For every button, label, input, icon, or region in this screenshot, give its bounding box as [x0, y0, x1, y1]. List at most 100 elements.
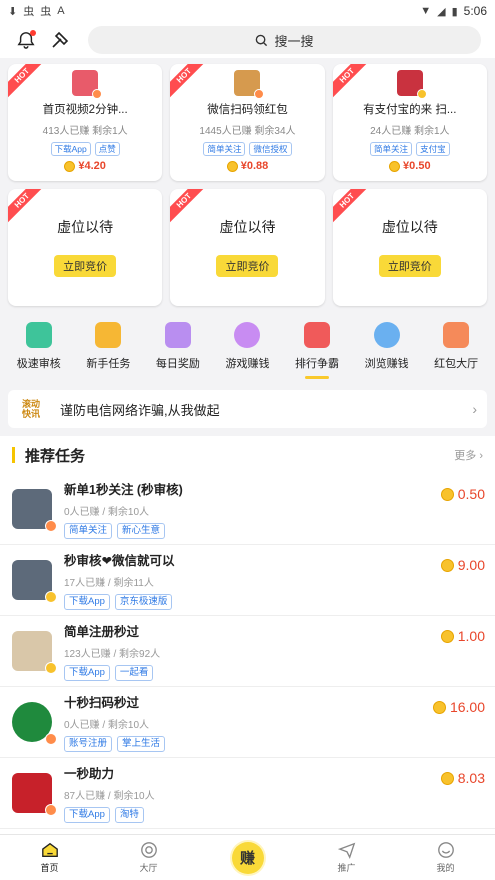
menu-item-ranking[interactable]: 排行争霸 [288, 322, 346, 379]
tag: 下载App [50, 142, 91, 156]
active-underline [305, 376, 330, 379]
tag: 一起看 [114, 665, 154, 681]
hot-ribbon: HOT [8, 189, 48, 229]
tag: 淘特 [114, 807, 144, 823]
featured-card[interactable]: HOT 微信扫码领红包 1445人已赚 剩余34人 简单关注 微信授权 ¥0.88 [170, 64, 325, 181]
bid-button[interactable]: 立即竞价 [378, 255, 441, 277]
bell-icon[interactable] [14, 28, 38, 52]
bid-button[interactable]: 立即竞价 [216, 255, 279, 277]
task-avatar [72, 70, 103, 99]
red-packet-icon [443, 322, 470, 348]
search-placeholder: 搜一搜 [274, 33, 314, 49]
task-meta: 0人已赚 / 剩余10人 [64, 507, 150, 518]
earn-button: 赚 [231, 841, 264, 874]
news-logo: 滚动 快讯 [21, 399, 40, 419]
task-price: 8.03 [457, 770, 485, 786]
tag: 下载App [64, 807, 110, 823]
section-accent [12, 447, 15, 463]
nav-promote[interactable]: 推广 [317, 841, 377, 874]
task-row[interactable]: 一秒助力 87人已赚 / 剩余10人 下载App 淘特 8.03 [0, 758, 495, 829]
task-title: 十秒扫码秒过 [64, 696, 140, 710]
menu-item-newbie-task[interactable]: 新手任务 [79, 322, 137, 371]
task-row[interactable]: 秒审核❤微信就可以 17人已赚 / 剩余11人 下载App 京东极速版 9.00 [0, 545, 495, 616]
menu-item-fast-review[interactable]: 极速审核 [10, 322, 68, 371]
placeholder-card: HOT 虚位以待 立即竞价 [170, 189, 325, 306]
featured-card[interactable]: HOT 有支付宝的来 扫... 24人已赚 剩余1人 简单关注 支付宝 ¥0.50 [332, 64, 487, 181]
nav-hall[interactable]: 大厅 [119, 841, 179, 874]
download-icon: ⬇ [8, 5, 18, 18]
task-row[interactable]: 新单1秒关注 (秒审核) 0人已赚 / 剩余10人 简单关注 新心生意 0.50 [0, 474, 495, 545]
top-bar: 搜一搜 [0, 22, 495, 58]
card-stats: 24人已赚 剩余1人 [370, 126, 450, 137]
menu-item-red-packet[interactable]: 红包大厅 [427, 322, 485, 371]
hot-ribbon: HOT [170, 189, 210, 229]
tag: 账号注册 [64, 736, 113, 752]
featured-card[interactable]: HOT 首页视频2分钟... 413人已赚 剩余1人 下载App 点赞 ¥4.20 [8, 64, 163, 181]
task-avatar [12, 773, 57, 816]
coin-icon [64, 160, 76, 172]
task-meta: 123人已赚 / 剩余92人 [64, 649, 161, 660]
status-bar: ⬇ 虫 虫 A ▼ ◢ ▮ 5:06 [0, 0, 495, 22]
task-meta: 0人已赚 / 剩余10人 [64, 720, 150, 731]
tag: 下载App [64, 594, 110, 610]
tag: 简单关注 [203, 142, 246, 156]
menu-item-daily-reward[interactable]: 每日奖励 [149, 322, 207, 371]
coin-icon [432, 700, 446, 714]
gamepad-icon [234, 322, 261, 348]
trophy-icon [304, 322, 331, 348]
card-price: ¥0.50 [403, 160, 431, 172]
search-bar[interactable]: 搜一搜 [88, 26, 481, 54]
app-notification-icon: 虫 [23, 6, 35, 18]
recommended-section: 推荐任务 更多 › 新单1秒关注 (秒审核) 0人已赚 / 剩余10人 简单关注… [0, 436, 495, 866]
notice-text: 谨防电信网络诈骗,从我做起 [60, 402, 220, 418]
section-title: 推荐任务 [25, 447, 86, 465]
card-stats: 413人已赚 剩余1人 [42, 126, 128, 137]
smile-icon [437, 842, 454, 858]
home-icon [41, 842, 58, 857]
battery-icon: ▮ [451, 5, 458, 18]
nav-mine[interactable]: 我的 [416, 841, 476, 874]
text-icon: A [57, 5, 65, 17]
task-avatar [12, 489, 57, 532]
task-avatar [396, 70, 427, 99]
chevron-right-icon: › [472, 401, 477, 417]
quick-menu: 极速审核 新手任务 每日奖励 游戏赚钱 排行争霸 浏览赚钱 红包大厅 [0, 310, 495, 382]
tag: 点赞 [94, 142, 120, 156]
card-stats: 1445人已赚 剩余34人 [199, 126, 296, 137]
tag: 简单关注 [64, 523, 113, 539]
hot-ribbon: HOT [8, 64, 48, 104]
task-row[interactable]: 十秒扫码秒过 0人已赚 / 剩余10人 账号注册 掌上生活 16.00 [0, 687, 495, 758]
nav-home[interactable]: 首页 [20, 841, 80, 874]
money-bag-icon [373, 322, 400, 348]
tag: 新心生意 [117, 523, 166, 539]
menu-item-game-earn[interactable]: 游戏赚钱 [218, 322, 276, 371]
search-icon [256, 34, 268, 46]
placeholder-card: HOT 虚位以待 立即竞价 [8, 189, 163, 306]
nav-earn[interactable]: 赚 [218, 841, 278, 874]
menu-item-browse-earn[interactable]: 浏览赚钱 [358, 322, 416, 371]
coin-icon [389, 160, 401, 172]
coin-icon [440, 629, 454, 643]
placeholder-card: HOT 虚位以待 立即竞价 [332, 189, 487, 306]
task-title: 新单1秒关注 (秒审核) [64, 483, 183, 497]
tag: 简单关注 [370, 142, 413, 156]
gift-icon [164, 322, 191, 348]
task-meta: 87人已赚 / 剩余10人 [64, 791, 155, 802]
task-avatar [12, 702, 57, 745]
bid-button[interactable]: 立即竞价 [54, 255, 117, 277]
task-meta: 17人已赚 / 剩余11人 [64, 578, 154, 589]
bottom-nav: 首页 大厅 赚 推广 我的 [0, 834, 495, 880]
task-price: 9.00 [457, 557, 485, 573]
hammer-icon[interactable] [48, 28, 72, 52]
task-title: 秒审核❤微信就可以 [64, 554, 175, 568]
task-avatar [234, 70, 265, 99]
more-link[interactable]: 更多 › [454, 447, 483, 463]
card-price: ¥0.88 [240, 160, 269, 172]
notification-dot [30, 30, 36, 36]
task-row[interactable]: 简单注册秒过 123人已赚 / 剩余92人 下载App 一起看 1.00 [0, 616, 495, 687]
tag: 掌上生活 [117, 736, 166, 752]
app-notification-icon: 虫 [40, 6, 52, 18]
tag: 微信授权 [249, 142, 292, 156]
tag: 下载App [64, 665, 110, 681]
notice-bar[interactable]: 滚动 快讯 谨防电信网络诈骗,从我做起 › [8, 390, 487, 428]
